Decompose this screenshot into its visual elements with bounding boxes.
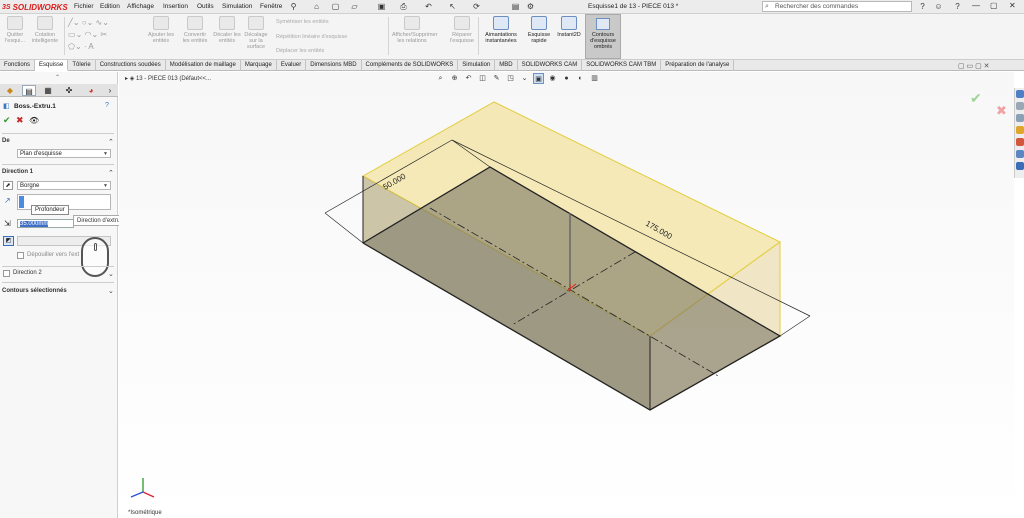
extension-line [324,212,364,244]
custom-properties-icon[interactable] [1016,150,1024,158]
appearances-icon[interactable] [1016,138,1024,146]
task-pane-tabs [1014,88,1024,178]
extension-line [779,315,811,337]
triad-z-axis [130,491,144,498]
solidworks-forum-icon[interactable] [1016,162,1024,170]
solidworks-resources-icon[interactable] [1016,90,1024,98]
design-library-icon[interactable] [1016,102,1024,110]
solidworks-window: 3S SOLIDWORKS Fichier Edition Affichage … [0,0,1024,518]
model-graphics: 50.000 175.000 [130,101,811,498]
triad-x-axis [142,491,155,498]
file-explorer-icon[interactable] [1016,114,1024,122]
view-name-label: *Isométrique [128,510,162,516]
view-palette-icon[interactable] [1016,126,1024,134]
